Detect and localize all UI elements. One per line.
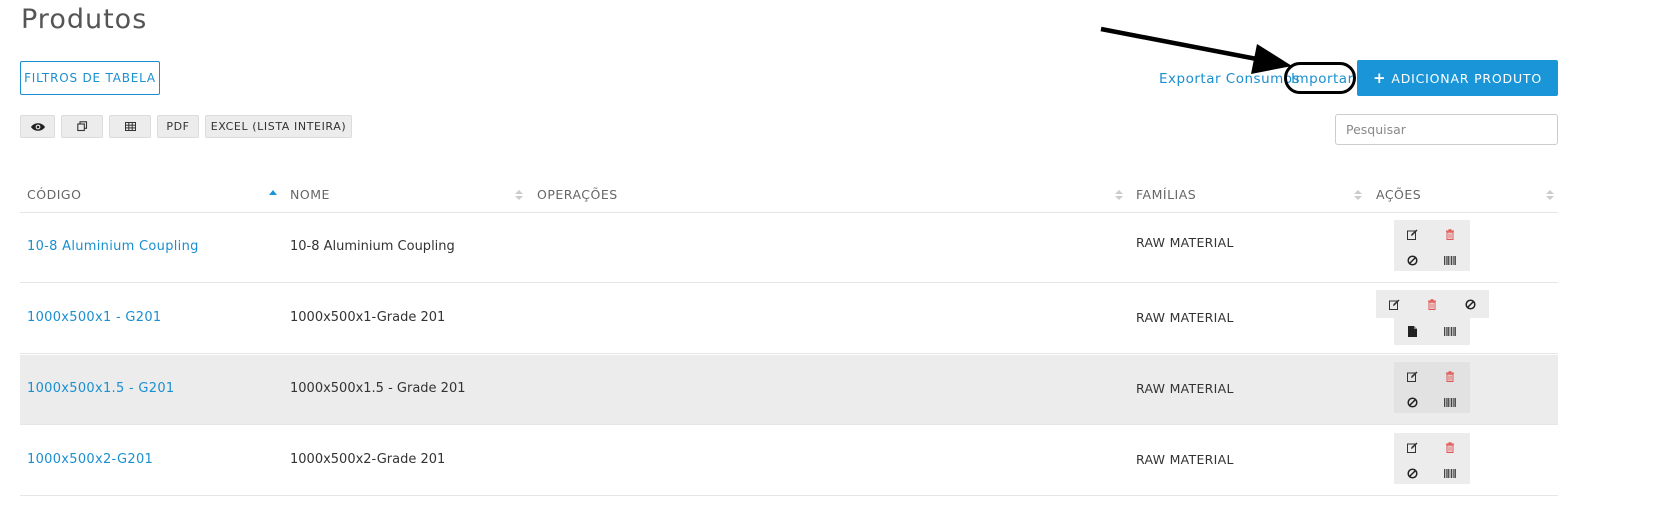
- product-code-link[interactable]: 1000x500x1 - G201: [27, 310, 162, 325]
- table-row: 10-8 Aluminium Coupling 10-8 Aluminium C…: [20, 213, 1558, 283]
- disable-icon[interactable]: [1403, 251, 1421, 269]
- pdf-button[interactable]: PDF: [157, 115, 199, 138]
- barcode-icon[interactable]: [1441, 251, 1459, 269]
- product-name: 1000x500x2-Grade 201: [290, 452, 446, 467]
- csv-button[interactable]: [109, 115, 151, 138]
- sort-icon[interactable]: [1115, 188, 1123, 202]
- excel-button[interactable]: EXCEL (LISTA INTEIRA): [205, 115, 352, 138]
- sort-icon[interactable]: [1354, 188, 1362, 202]
- product-code-link[interactable]: 10-8 Aluminium Coupling: [27, 239, 199, 254]
- import-link[interactable]: Importar: [1291, 71, 1354, 87]
- barcode-icon[interactable]: [1441, 322, 1459, 340]
- column-header-actions[interactable]: AÇÕES: [1376, 187, 1421, 202]
- product-code-link[interactable]: 1000x500x2-G201: [27, 452, 153, 467]
- table-row: 1000x500x2-G201 1000x500x2-Grade 201 RAW…: [20, 426, 1558, 496]
- barcode-icon[interactable]: [1441, 464, 1459, 482]
- edit-icon[interactable]: [1403, 367, 1421, 385]
- file-icon[interactable]: [1403, 322, 1421, 340]
- product-code-link[interactable]: 1000x500x1.5 - G201: [27, 381, 175, 396]
- delete-icon[interactable]: [1441, 438, 1459, 456]
- export-consumption-link[interactable]: Exportar Consumos: [1159, 71, 1300, 87]
- product-family: RAW MATERIAL: [1136, 452, 1234, 467]
- plus-icon: +: [1373, 69, 1387, 87]
- delete-icon[interactable]: [1441, 225, 1459, 243]
- product-name: 1000x500x1.5 - Grade 201: [290, 381, 466, 396]
- sort-ascending-icon[interactable]: [269, 188, 277, 202]
- column-header-operations[interactable]: OPERAÇÕES: [537, 187, 618, 202]
- table-filters-button[interactable]: FILTROS DE TABELA: [20, 61, 160, 95]
- copy-icon: [76, 121, 87, 132]
- copy-button[interactable]: [61, 115, 103, 138]
- product-family: RAW MATERIAL: [1136, 235, 1234, 250]
- product-name: 10-8 Aluminium Coupling: [290, 239, 455, 254]
- row-actions: [1376, 290, 1489, 318]
- column-header-name[interactable]: NOME: [290, 187, 330, 202]
- edit-icon[interactable]: [1403, 438, 1421, 456]
- disable-icon[interactable]: [1403, 464, 1421, 482]
- row-actions: [1394, 362, 1470, 413]
- eye-icon: [30, 122, 45, 131]
- table-row: 1000x500x1.5 - G201 1000x500x1.5 - Grade…: [20, 355, 1558, 425]
- barcode-icon[interactable]: [1441, 393, 1459, 411]
- row-actions: [1394, 318, 1470, 345]
- column-header-families[interactable]: FAMÍLIAS: [1136, 187, 1196, 202]
- column-visibility-button[interactable]: [20, 115, 55, 138]
- search-input[interactable]: [1335, 114, 1558, 145]
- sort-icon[interactable]: [1546, 188, 1554, 202]
- product-family: RAW MATERIAL: [1136, 381, 1234, 396]
- row-actions: [1394, 220, 1470, 271]
- disable-icon[interactable]: [1403, 393, 1421, 411]
- column-header-code[interactable]: CÓDIGO: [27, 187, 81, 202]
- delete-icon[interactable]: [1423, 295, 1441, 313]
- sort-icon[interactable]: [515, 188, 523, 202]
- edit-icon[interactable]: [1403, 225, 1421, 243]
- disable-icon[interactable]: [1461, 295, 1479, 313]
- add-product-button[interactable]: + ADICIONAR PRODUTO: [1357, 60, 1558, 96]
- table-row: 1000x500x1 - G201 1000x500x1-Grade 201 R…: [20, 284, 1558, 354]
- page-title: Produtos: [21, 4, 148, 35]
- delete-icon[interactable]: [1441, 367, 1459, 385]
- table-icon: [124, 122, 136, 131]
- product-name: 1000x500x1-Grade 201: [290, 310, 446, 325]
- product-family: RAW MATERIAL: [1136, 310, 1234, 325]
- edit-icon[interactable]: [1385, 295, 1403, 313]
- row-actions: [1394, 433, 1470, 484]
- add-product-label: ADICIONAR PRODUTO: [1391, 70, 1542, 86]
